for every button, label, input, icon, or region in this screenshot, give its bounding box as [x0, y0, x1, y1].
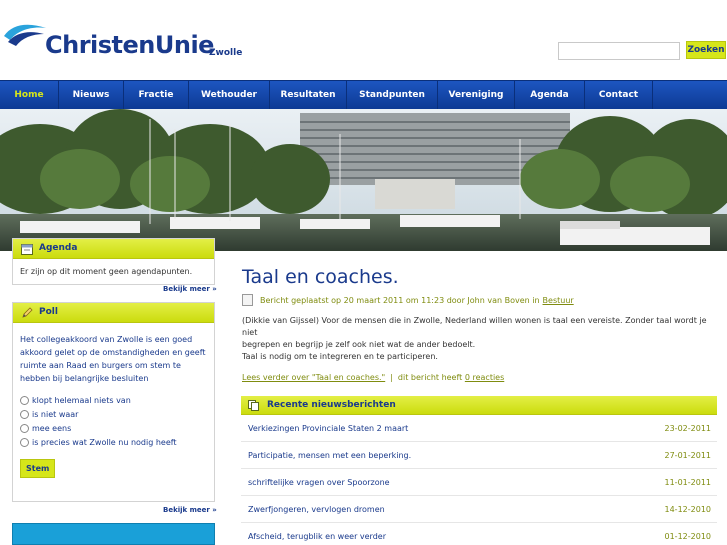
agenda-text: Er zijn op dit moment geen agendapunten.	[20, 267, 193, 276]
brand-name: ChristenUnie	[45, 31, 214, 59]
nav-agenda[interactable]: Agenda	[515, 81, 585, 110]
read-more-link[interactable]: Lees verder over "Taal en coaches."	[242, 373, 385, 382]
post-meta: Bericht geplaatst op 20 maart 2011 om 11…	[242, 294, 574, 306]
recent-news-title: Recente nieuwsberichten	[267, 400, 396, 410]
nav-nieuws[interactable]: Nieuws	[59, 81, 124, 110]
calendar-icon	[21, 244, 33, 255]
poll-box: Poll Het collegeakkoord van Zwolle is ee…	[12, 302, 215, 502]
vote-button[interactable]: Stem	[20, 459, 56, 478]
news-item-date: 14-12-2010	[664, 505, 712, 514]
news-item-date: 23-02-2011	[664, 424, 712, 433]
news-item[interactable]: schriftelijke vragen over Spoorzone 11-01…	[241, 469, 717, 496]
news-item-title[interactable]: Participatie, mensen met een beperking.	[248, 451, 411, 460]
news-item[interactable]: Zwerfjongeren, vervlogen dromen 14-12-201…	[241, 496, 717, 523]
poll-option[interactable]: is precies wat Zwolle nu nodig heeft	[20, 435, 207, 449]
post-meta-text: Bericht geplaatst op 20 maart 2011 om 11…	[260, 295, 540, 305]
agenda-title: Agenda	[39, 243, 78, 253]
nav-contact[interactable]: Contact	[585, 81, 653, 110]
search-input[interactable]	[558, 42, 680, 60]
poll-option[interactable]: mee eens	[20, 421, 207, 435]
city-label: Zwolle	[209, 48, 243, 58]
recent-news-header: Recente nieuwsberichten	[241, 396, 717, 415]
post-category-link[interactable]: Bestuur	[543, 296, 574, 305]
news-item-title[interactable]: Afscheid, terugblik en weer verder	[248, 532, 386, 541]
christenunie-logo[interactable]: ChristenUnie	[2, 20, 214, 64]
news-item[interactable]: Participatie, mensen met een beperking. 2…	[241, 442, 717, 469]
news-item-title[interactable]: Verkiezingen Provinciale Staten 2 maart	[248, 424, 408, 433]
nav-fractie[interactable]: Fractie	[124, 81, 189, 110]
post-body-line: Taal is nodig om te integreren en te par…	[242, 352, 438, 361]
post-body-line: (Dikkie van Gijssel) Voor de mensen die …	[242, 316, 707, 337]
post-body: (Dikkie van Gijssel) Voor de mensen die …	[242, 315, 722, 363]
radio-button[interactable]	[20, 395, 29, 405]
recent-news-box: Recente nieuwsberichten Verkiezingen Pro…	[241, 396, 717, 545]
pencil-icon	[22, 307, 33, 318]
news-item-title[interactable]: schriftelijke vragen over Spoorzone	[248, 478, 390, 487]
radio-button[interactable]	[20, 409, 29, 419]
document-icon	[242, 294, 253, 306]
news-item-date: 01-12-2010	[664, 532, 712, 541]
reactions-prefix: dit bericht heeft	[397, 373, 463, 382]
news-item-title[interactable]: Zwerfjongeren, vervlogen dromen	[248, 505, 385, 514]
nav-home[interactable]: Home	[0, 81, 59, 110]
news-item[interactable]: Afscheid, terugblik en weer verder 01-12-…	[241, 523, 717, 545]
post-body-line: begrepen en begrijp je zelf ook niet wat…	[242, 340, 476, 349]
sidebar-banner[interactable]	[12, 523, 215, 545]
agenda-more-link[interactable]: Bekijk meer »	[163, 285, 217, 293]
poll-title: Poll	[39, 307, 58, 317]
radio-button[interactable]	[20, 437, 29, 447]
agenda-box: Agenda Er zijn op dit moment geen agenda…	[12, 238, 215, 285]
separator: |	[390, 373, 393, 382]
news-item[interactable]: Verkiezingen Provinciale Staten 2 maart 2…	[241, 415, 717, 442]
poll-header: Poll	[13, 303, 214, 323]
radio-button[interactable]	[20, 423, 29, 433]
poll-option-label: klopt helemaal niets van	[32, 395, 131, 405]
site-header: ChristenUnie Zwolle Zoeken	[0, 0, 727, 80]
news-item-date: 27-01-2011	[664, 451, 712, 460]
poll-option-label: mee eens	[32, 423, 72, 433]
poll-question: Het collegeakkoord van Zwolle is een goe…	[20, 335, 206, 383]
main-navigation: Home Nieuws Fractie Wethouder Resultaten…	[0, 80, 727, 110]
documents-icon	[248, 400, 259, 411]
nav-wethouder[interactable]: Wethouder	[189, 81, 270, 110]
nav-resultaten[interactable]: Resultaten	[270, 81, 347, 110]
nav-standpunten[interactable]: Standpunten	[347, 81, 438, 110]
search-button[interactable]: Zoeken	[686, 41, 726, 59]
poll-option[interactable]: klopt helemaal niets van	[20, 393, 207, 407]
agenda-header: Agenda	[13, 239, 214, 259]
nav-vereniging[interactable]: Vereniging	[438, 81, 515, 110]
post-title[interactable]: Taal en coaches.	[242, 266, 399, 288]
poll-more-link[interactable]: Bekijk meer »	[163, 506, 217, 514]
post-footer: Lees verder over "Taal en coaches." | dit …	[242, 373, 504, 382]
hero-harbor-photo	[0, 109, 727, 251]
poll-option-label: is niet waar	[32, 409, 79, 419]
logo-wave-icon	[4, 24, 46, 46]
reactions-link[interactable]: 0 reacties	[465, 373, 504, 382]
news-item-date: 11-01-2011	[664, 478, 712, 487]
poll-option-label: is precies wat Zwolle nu nodig heeft	[32, 437, 177, 447]
poll-option[interactable]: is niet waar	[20, 407, 207, 421]
